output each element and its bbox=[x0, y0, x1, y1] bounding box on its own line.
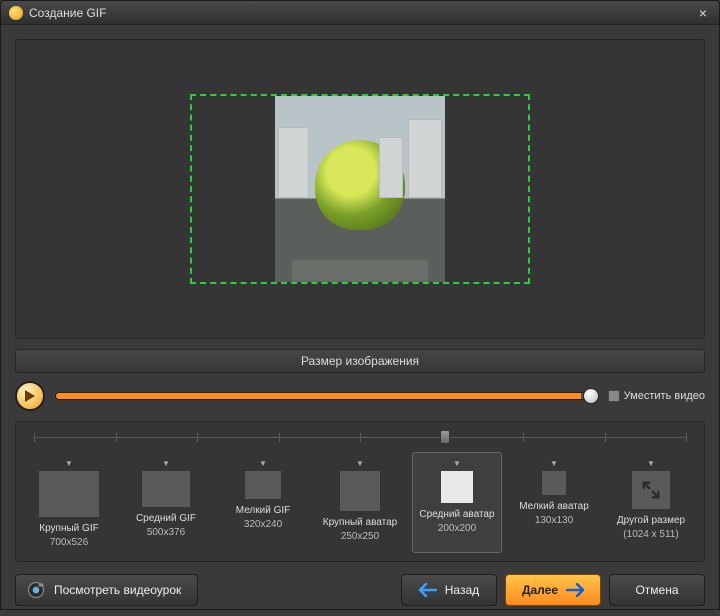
preset-dims: (1024 x 511) bbox=[623, 529, 678, 540]
next-button[interactable]: Далее bbox=[505, 574, 601, 606]
preview-frame bbox=[275, 96, 445, 282]
watch-tutorial-label: Посмотреть видеоурок bbox=[54, 583, 181, 597]
play-button[interactable] bbox=[15, 381, 45, 411]
preset-dims: 500x376 bbox=[147, 527, 185, 538]
preset-0[interactable]: ▼ Крупный GIF 700x526 bbox=[24, 452, 114, 553]
fit-video-label: Уместить видео bbox=[624, 390, 705, 402]
zoom-handle[interactable] bbox=[440, 430, 450, 444]
preset-thumb bbox=[142, 471, 190, 507]
cancel-label: Отмена bbox=[635, 583, 678, 597]
preset-dims: 130x130 bbox=[535, 515, 573, 526]
back-button[interactable]: Назад bbox=[401, 574, 497, 606]
preset-dropdown-icon[interactable]: ▼ bbox=[453, 459, 461, 467]
zoom-slider[interactable] bbox=[34, 428, 686, 446]
preset-dims: 200x200 bbox=[438, 523, 476, 534]
play-icon bbox=[24, 389, 36, 403]
camera-icon bbox=[26, 580, 46, 600]
preset-2[interactable]: ▼ Мелкий GIF 320x240 bbox=[218, 452, 308, 553]
arrow-right-icon bbox=[566, 583, 584, 597]
preset-thumb bbox=[441, 471, 473, 503]
preset-label: Крупный GIF bbox=[39, 523, 98, 535]
expand-icon bbox=[640, 479, 662, 501]
preset-dropdown-icon[interactable]: ▼ bbox=[550, 459, 558, 467]
preset-dropdown-icon[interactable]: ▼ bbox=[356, 459, 364, 467]
next-label: Далее bbox=[522, 583, 558, 597]
preset-thumb bbox=[632, 471, 670, 509]
timeline-knob[interactable] bbox=[583, 388, 599, 404]
preset-dropdown-icon[interactable]: ▼ bbox=[647, 459, 655, 467]
preview-panel bbox=[15, 39, 705, 339]
close-icon[interactable]: × bbox=[695, 5, 711, 21]
preset-dropdown-icon[interactable]: ▼ bbox=[65, 459, 73, 467]
preset-label: Средний аватар bbox=[419, 509, 494, 521]
preset-dims: 250x250 bbox=[341, 531, 379, 542]
preset-thumb bbox=[542, 471, 566, 495]
preset-label: Крупный аватар bbox=[323, 517, 397, 529]
preset-1[interactable]: ▼ Средний GIF 500x376 bbox=[121, 452, 211, 553]
cancel-button[interactable]: Отмена bbox=[609, 574, 705, 606]
presets-panel: ▼ Крупный GIF 700x526 ▼ Средний GIF 500x376 ▼ М… bbox=[15, 421, 705, 562]
fit-video-checkbox[interactable]: Уместить видео bbox=[608, 390, 705, 402]
preset-label: Другой размер bbox=[617, 515, 685, 527]
section-heading-text: Размер изображения bbox=[301, 354, 419, 368]
checkbox-box bbox=[608, 390, 620, 402]
preset-label: Средний GIF bbox=[136, 513, 196, 525]
preset-dropdown-icon[interactable]: ▼ bbox=[162, 459, 170, 467]
preset-label: Мелкий GIF bbox=[236, 505, 291, 517]
preset-thumb bbox=[340, 471, 380, 511]
preset-dims: 700x526 bbox=[50, 537, 88, 548]
crop-selection[interactable] bbox=[190, 94, 530, 284]
titlebar: Создание GIF × bbox=[1, 1, 719, 25]
background-buildings bbox=[275, 96, 445, 198]
watch-tutorial-button[interactable]: Посмотреть видеоурок bbox=[15, 574, 198, 606]
timeline-slider[interactable] bbox=[55, 392, 598, 400]
window-title: Создание GIF bbox=[29, 6, 106, 20]
arrow-left-icon bbox=[419, 583, 437, 597]
back-label: Назад bbox=[445, 583, 479, 597]
preset-4[interactable]: ▼ Средний аватар 200x200 bbox=[412, 452, 502, 553]
preset-label: Мелкий аватар bbox=[519, 501, 589, 513]
preset-dims: 320x240 bbox=[244, 519, 282, 530]
preset-thumb bbox=[245, 471, 281, 499]
preset-5[interactable]: ▼ Мелкий аватар 130x130 bbox=[509, 452, 599, 553]
preset-6[interactable]: ▼ Другой размер (1024 x 511) bbox=[606, 452, 696, 553]
preset-thumb bbox=[39, 471, 99, 517]
section-heading: Размер изображения bbox=[15, 349, 705, 373]
app-icon bbox=[9, 6, 23, 20]
preset-dropdown-icon[interactable]: ▼ bbox=[259, 459, 267, 467]
preset-3[interactable]: ▼ Крупный аватар 250x250 bbox=[315, 452, 405, 553]
